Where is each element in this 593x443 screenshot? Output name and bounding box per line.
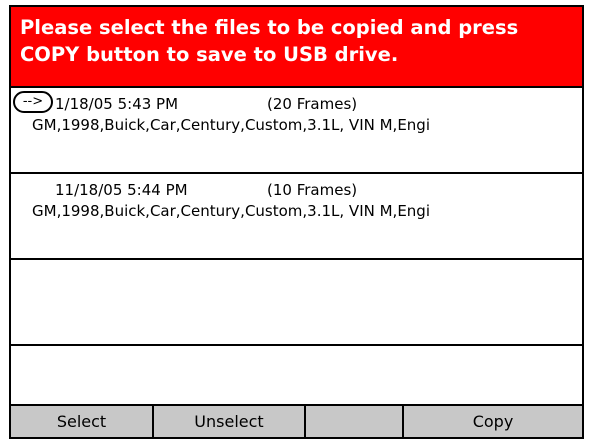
file-frame-count: (20 Frames)	[267, 95, 358, 113]
file-list-item-1[interactable]: --> 1/18/05 5:43 PM (20 Frames) GM,1998,…	[11, 86, 582, 172]
file-header-2: 11/18/05 5:44 PM (10 Frames)	[55, 181, 357, 199]
instruction-line-2: COPY button to save to USB drive.	[20, 43, 399, 66]
file-list-item-2[interactable]: 11/18/05 5:44 PM (10 Frames) GM,1998,Bui…	[11, 172, 582, 258]
softkey-toolbar: Select Unselect Copy	[11, 404, 582, 437]
file-list-item-empty-2	[11, 344, 582, 406]
file-datetime: 1/18/05 5:43 PM	[55, 95, 179, 113]
instruction-banner: Please select the files to be copied and…	[11, 7, 582, 86]
select-button[interactable]: Select	[11, 406, 154, 437]
file-description: GM,1998,Buick,Car,Century,Custom,3.1L, V…	[32, 116, 430, 134]
file-header-1: 1/18/05 5:43 PM (20 Frames)	[55, 95, 357, 113]
file-frame-count: (10 Frames)	[267, 181, 358, 199]
file-list-item-empty-1	[11, 258, 582, 344]
file-description: GM,1998,Buick,Car,Century,Custom,3.1L, V…	[32, 202, 430, 220]
copy-button[interactable]: Copy	[404, 406, 582, 437]
blank-softkey-button[interactable]	[306, 406, 404, 437]
file-datetime: 11/18/05 5:44 PM	[55, 181, 188, 199]
selection-cursor-icon: -->	[13, 91, 53, 113]
unselect-button[interactable]: Unselect	[154, 406, 306, 437]
instruction-line-1: Please select the files to be copied and…	[20, 16, 519, 39]
copy-files-screen: Please select the files to be copied and…	[9, 5, 584, 439]
